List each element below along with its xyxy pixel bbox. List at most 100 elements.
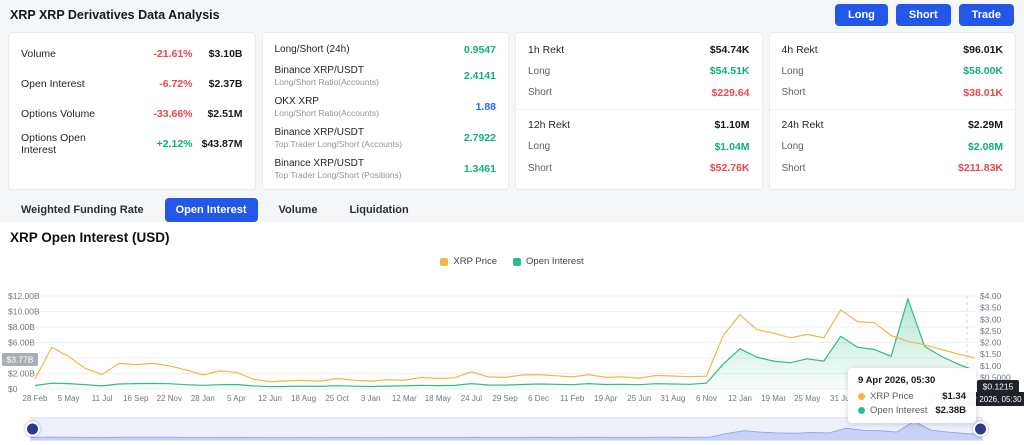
stat-label: Volume xyxy=(21,48,57,60)
rekt-section: 12h Rekt $1.10M Long $1.04M Short $52.76K xyxy=(516,115,762,180)
stat-change: +2.12% xyxy=(156,138,193,150)
stat-value: $2.37B xyxy=(208,78,243,90)
chart-title: XRP Open Interest (USD) xyxy=(10,230,170,245)
x-axis-label: 19 Apr xyxy=(594,394,617,403)
legend-item-xrp-price[interactable]: XRP Price xyxy=(440,256,497,267)
tooltip-price-label: XRP Price xyxy=(870,391,914,402)
rekt-long-value: $1.04M xyxy=(714,140,750,153)
rekt-short-label: Short xyxy=(528,162,552,174)
rekt-total-value: $1.10M xyxy=(714,119,750,132)
x-axis-label: 25 Oct xyxy=(325,394,349,403)
right-axis-tick: $3.00 xyxy=(980,314,1002,324)
stat-value: $2.51M xyxy=(207,108,243,120)
rekt-header-row: 24h Rekt $2.29M xyxy=(770,115,1016,137)
ratio-sublabel: Top Trader Long/Short (Positions) xyxy=(274,169,402,180)
x-axis-label: 24 Jul xyxy=(461,394,483,403)
navigator-mini-chart xyxy=(31,420,982,440)
stat-change: -33.66% xyxy=(153,108,193,120)
rekt-header-row: 12h Rekt $1.10M xyxy=(516,115,762,137)
rekt-long-label: Long xyxy=(528,65,551,77)
header-actions: Long Short Trade xyxy=(835,4,1014,26)
rekt-long-label: Long xyxy=(528,141,551,153)
rekt-long-row: Long $58.00K xyxy=(770,61,1016,83)
legend-swatch-icon xyxy=(440,257,449,266)
ratio-sublabel: Long/Short Ratio(Accounts) xyxy=(274,76,379,87)
long-short-ratio-card: Long/Short (24h) 0.9547 Binance XRP/USDT Lo… xyxy=(261,32,509,190)
short-button[interactable]: Short xyxy=(895,4,951,26)
chart-legend: XRP Price Open Interest xyxy=(0,256,1024,267)
right-axis-tick: $1.00 xyxy=(980,361,1002,371)
open-interest-dot-icon xyxy=(858,407,865,414)
tab-volume[interactable]: Volume xyxy=(268,198,329,222)
rekt-card-4h-24h: 4h Rekt $96.01K Long $58.00K Short $38.01K 24h… xyxy=(768,32,1016,190)
xrp-price-dot-icon xyxy=(858,393,865,400)
ratio-label: Binance XRP/USDT Top Trader Long/Short (A… xyxy=(274,126,403,149)
x-axis-label: 28 Jan xyxy=(191,394,215,403)
right-axis-badge: $0.1215 xyxy=(977,380,1019,393)
rekt-short-row: Short $52.76K xyxy=(516,158,762,180)
chart-tooltip: 9 Apr 2026, 05:30 XRP Price $1.34 Open I… xyxy=(848,368,976,423)
x-axis-label: 22 Nov xyxy=(157,394,182,403)
navigator-left-handle[interactable] xyxy=(25,421,40,437)
rekt-long-label: Long xyxy=(781,141,804,153)
open-interest-area xyxy=(35,299,975,389)
stat-row: Options Volume -33.66% $2.51M xyxy=(9,99,255,129)
stat-value: $43.87M xyxy=(201,138,243,150)
ratio-value: 2.7922 xyxy=(463,131,496,144)
ratio-sublabel: Long/Short Ratio(Accounts) xyxy=(274,107,379,118)
x-axis-label: 11 Feb xyxy=(560,394,585,403)
rekt-short-label: Short xyxy=(781,87,806,99)
tab-liquidation[interactable]: Liquidation xyxy=(338,198,419,222)
page-title: XRP XRP Derivatives Data Analysis xyxy=(10,8,220,22)
rekt-short-value: $38.01K xyxy=(963,86,1003,99)
tooltip-price-value: $1.34 xyxy=(942,391,966,402)
stat-change: -6.72% xyxy=(159,78,193,90)
rekt-period-label: 24h Rekt xyxy=(781,119,824,132)
rekt-long-row: Long $54.51K xyxy=(516,61,762,83)
x-axis-label: 18 Aug xyxy=(291,394,316,403)
rekt-section: 24h Rekt $2.29M Long $2.08M Short $211.83K xyxy=(770,115,1016,180)
rekt-short-value: $211.83K xyxy=(958,162,1003,175)
rekt-period-label: 12h Rekt xyxy=(528,119,571,132)
trade-button[interactable]: Trade xyxy=(958,4,1014,26)
x-axis-label: 5 Apr xyxy=(227,394,246,403)
ratio-value: 1.88 xyxy=(475,100,496,113)
stat-row: Volume -21.61% $3.10B xyxy=(9,39,255,69)
x-axis-label: 18 May xyxy=(425,394,451,403)
legend-item-open-interest[interactable]: Open Interest xyxy=(513,256,584,267)
rekt-short-label: Short xyxy=(528,87,552,99)
tooltip-oi-row: Open Interest $2.38B xyxy=(858,405,966,416)
x-axis-label: 12 Jun xyxy=(258,394,282,403)
svg-text:$0.1215: $0.1215 xyxy=(983,382,1014,392)
x-axis-label: 3 Jan xyxy=(361,394,381,403)
x-axis-label: 25 May xyxy=(794,394,820,403)
stat-label: Open Interest xyxy=(21,78,85,90)
ratio-row: Binance XRP/USDT Top Trader Long/Short (P… xyxy=(263,153,509,184)
rekt-total-value: $2.29M xyxy=(967,119,1003,132)
ratio-row: Long/Short (24h) 0.9547 xyxy=(263,39,509,60)
left-axis-tick: $0 xyxy=(8,384,18,394)
x-axis-label: 16 Sep xyxy=(123,394,149,403)
tab-open-interest[interactable]: Open Interest xyxy=(164,198,258,222)
ratio-label: Binance XRP/USDT Long/Short Ratio(Account… xyxy=(274,64,379,87)
tab-weighted-funding-rate[interactable]: Weighted Funding Rate xyxy=(10,198,155,222)
x-axis-label: 19 Mar xyxy=(761,394,786,403)
right-axis-tick: $1.50 xyxy=(980,349,1002,359)
x-axis-label: 31 Aug xyxy=(660,394,685,403)
navigator-right-handle[interactable] xyxy=(973,421,988,437)
chart-range-navigator[interactable] xyxy=(25,417,988,441)
legend-label: XRP Price xyxy=(453,256,498,267)
rekt-section: 1h Rekt $54.74K Long $54.51K Short $229.64 xyxy=(516,39,762,104)
stat-change: -21.61% xyxy=(153,48,193,60)
left-axis-tick: $8.00B xyxy=(8,322,35,332)
stat-row: Options Open Interest +2.12% $43.87M xyxy=(9,129,255,159)
rekt-short-label: Short xyxy=(781,162,806,174)
x-axis-label: 6 Nov xyxy=(696,394,717,403)
header-bar: XRP XRP Derivatives Data Analysis Long Sh… xyxy=(0,0,1024,30)
left-axis-tick: $10.00B xyxy=(8,307,40,317)
long-button[interactable]: Long xyxy=(835,4,888,26)
rekt-short-row: Short $211.83K xyxy=(770,158,1016,180)
rekt-header-row: 1h Rekt $54.74K xyxy=(516,39,762,61)
rekt-period-label: 4h Rekt xyxy=(781,43,818,56)
left-axis-tick: $2.00B xyxy=(8,369,35,379)
